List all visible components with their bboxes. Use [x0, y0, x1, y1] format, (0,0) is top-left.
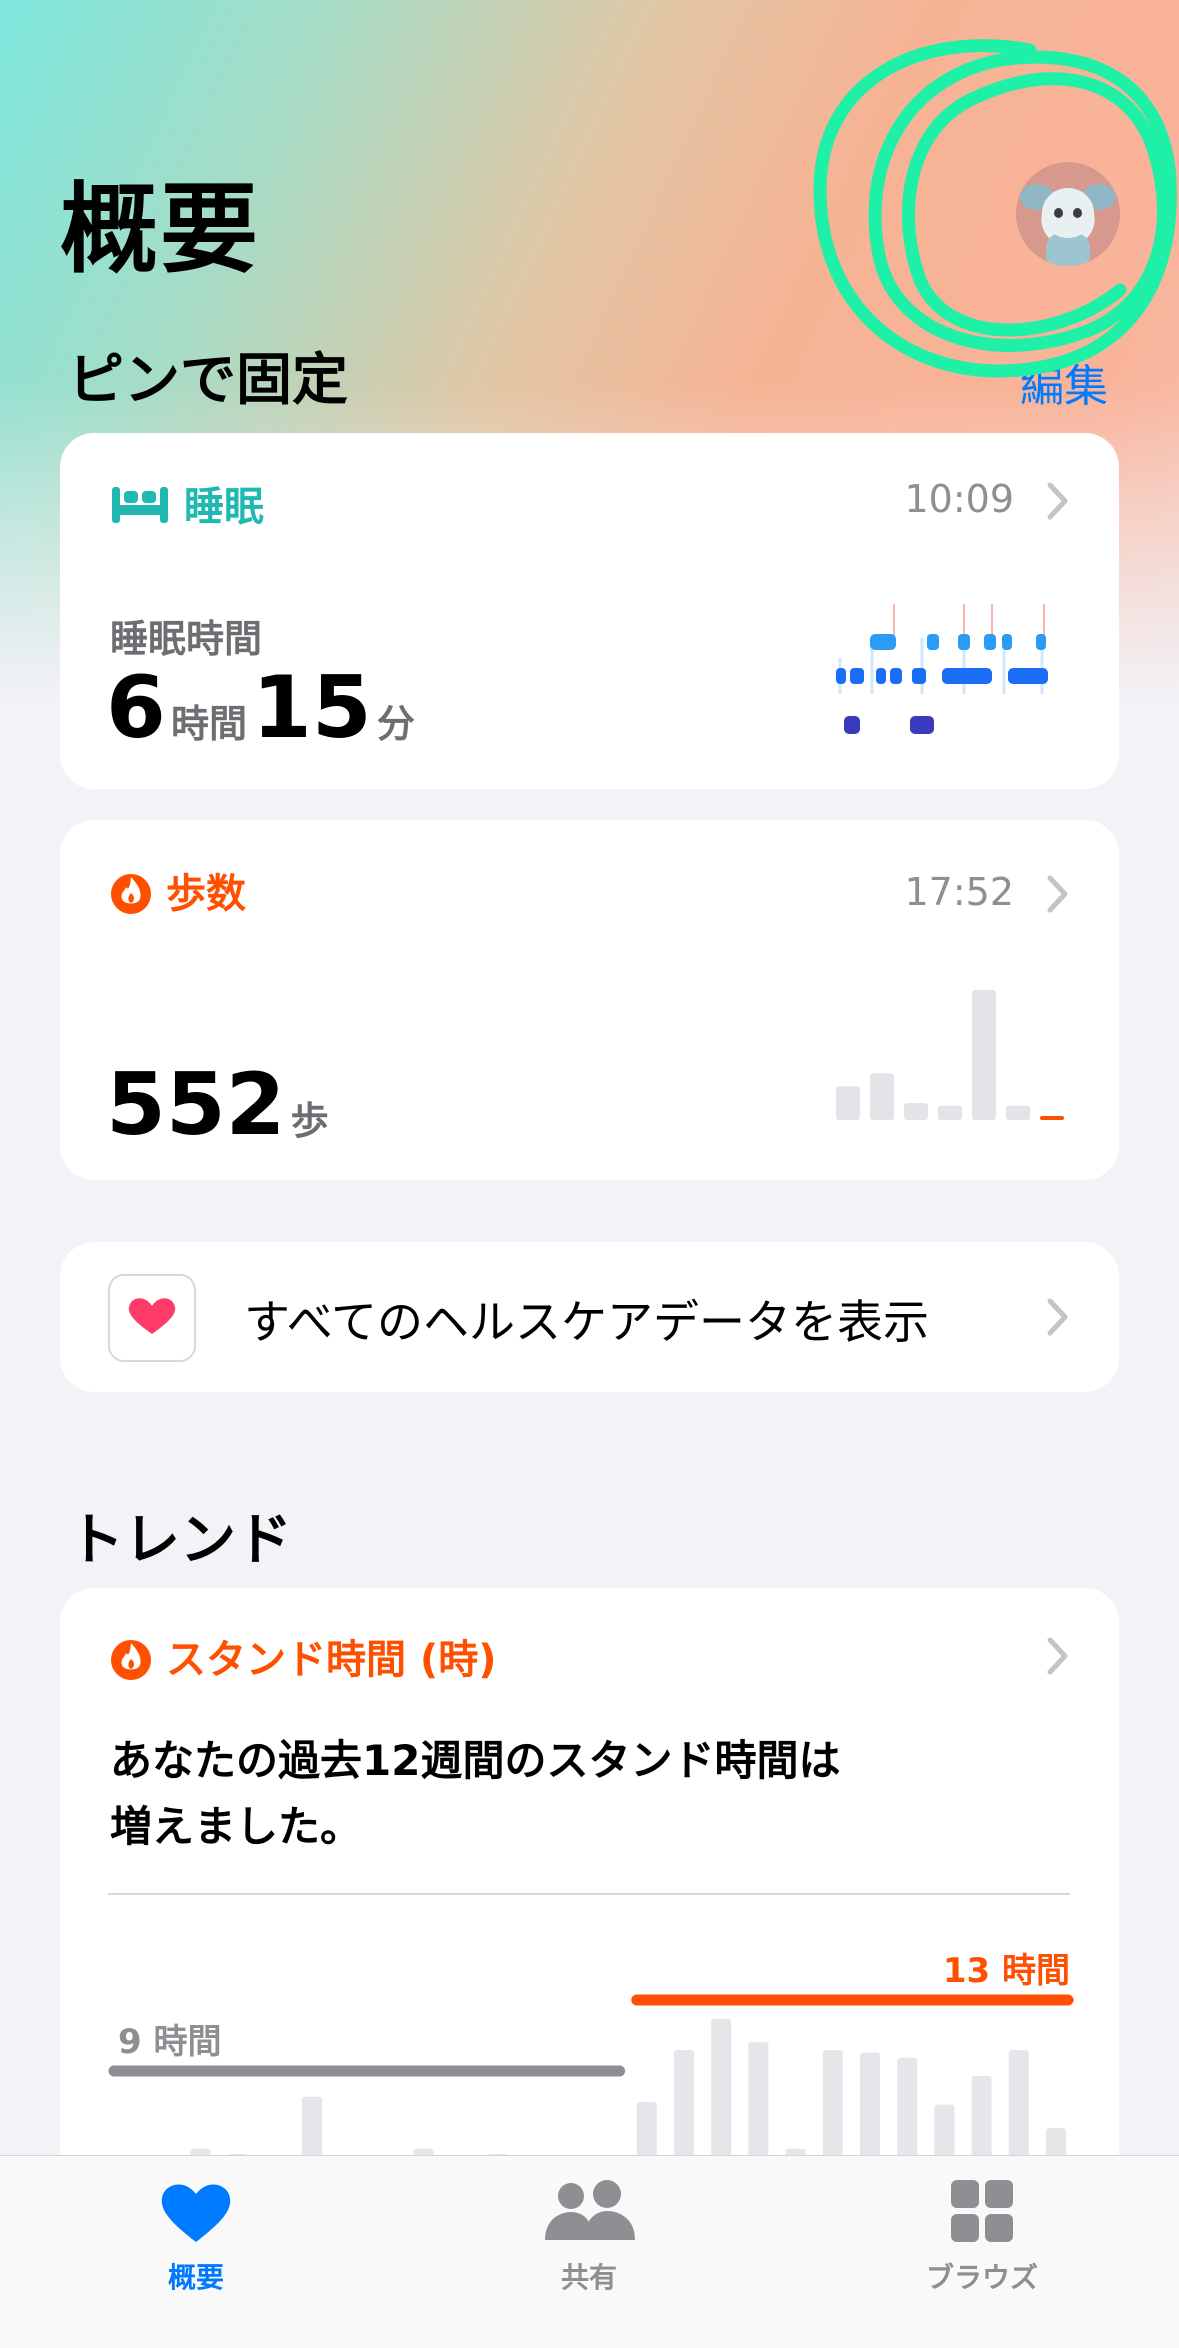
- steps-bar: [870, 1073, 894, 1120]
- bed-icon: [112, 487, 168, 523]
- steps-bar: [836, 1086, 860, 1120]
- steps-value: 552 歩: [106, 1055, 329, 1155]
- page-title: 概要: [60, 173, 261, 287]
- sleep-minutes: 15: [252, 658, 372, 758]
- steps-bar: [972, 990, 996, 1120]
- steps-time: 17:52: [904, 870, 1014, 914]
- tab-summary[interactable]: 概要: [86, 2178, 306, 2296]
- sleep-hours: 6: [106, 658, 166, 758]
- sleep-stages-chart: [836, 604, 1048, 734]
- steps-bar: [1040, 1116, 1064, 1120]
- chevron-right-icon: [1047, 482, 1068, 520]
- sleep-duration: 6 時間 15 分: [106, 658, 415, 758]
- health-app-icon: [108, 1274, 196, 1362]
- sleep-time: 10:09: [904, 477, 1014, 521]
- pinned-section-title: ピンで固定: [68, 348, 348, 413]
- chevron-right-icon: [1047, 1298, 1068, 1336]
- tab-browse[interactable]: ブラウズ: [872, 2178, 1092, 2296]
- flame-icon: [111, 874, 151, 914]
- sleep-duration-label: 睡眠時間: [110, 617, 263, 661]
- trend-message-line1: あなたの過去12週間のスタンド時間は: [110, 1736, 841, 1785]
- heart-icon: [161, 2184, 231, 2242]
- steps-bar: [938, 1105, 962, 1120]
- tab-bar: 概要 共有 ブラウズ: [0, 2155, 1179, 2348]
- sleep-card[interactable]: 睡眠 10:09 睡眠時間 6 時間 15 分: [60, 433, 1119, 789]
- people-icon: [545, 2180, 635, 2240]
- edit-button[interactable]: 編集: [1020, 350, 1108, 414]
- new-average-label: 13 時間: [943, 1951, 1070, 1991]
- chevron-right-icon: [1047, 875, 1068, 913]
- tab-sharing-label: 共有: [560, 2261, 617, 2294]
- steps-bar: [904, 1103, 928, 1120]
- old-average-label: 9 時間: [118, 2022, 222, 2062]
- profile-avatar[interactable]: [1016, 162, 1120, 266]
- steps-mini-chart: [836, 990, 1064, 1120]
- steps-bar: [1006, 1105, 1030, 1120]
- sleep-title: 睡眠: [184, 484, 264, 530]
- trend-title: スタンド時間 (時): [166, 1637, 497, 1683]
- avatar-face: [1042, 188, 1094, 238]
- steps-count: 552: [106, 1055, 286, 1155]
- steps-card[interactable]: 歩数 17:52 552 歩: [60, 820, 1119, 1180]
- divider: [108, 1893, 1070, 1895]
- show-all-label: すべてのヘルスケアデータを表示: [244, 1295, 929, 1349]
- tab-summary-label: 概要: [167, 2261, 224, 2294]
- trends-section-title: トレンド: [68, 1508, 292, 1573]
- tab-sharing[interactable]: 共有: [479, 2178, 699, 2296]
- sleep-hours-unit: 時間: [170, 702, 247, 746]
- show-all-health-data[interactable]: すべてのヘルスケアデータを表示: [60, 1242, 1119, 1392]
- avatar-eye: [1073, 208, 1082, 218]
- tab-browse-label: ブラウズ: [925, 2261, 1038, 2294]
- trend-message-line2: 増えました。: [110, 1802, 363, 1851]
- chevron-right-icon: [1047, 1637, 1068, 1675]
- sleep-minutes-unit: 分: [376, 702, 415, 746]
- trend-message: あなたの過去12週間のスタンド時間は 増えました。: [110, 1728, 840, 1860]
- heart-icon: [128, 1298, 176, 1334]
- steps-title: 歩数: [166, 871, 246, 917]
- steps-unit: 歩: [290, 1099, 329, 1143]
- avatar-eye: [1054, 208, 1063, 218]
- flame-icon: [111, 1640, 151, 1680]
- grid-icon: [951, 2180, 1013, 2242]
